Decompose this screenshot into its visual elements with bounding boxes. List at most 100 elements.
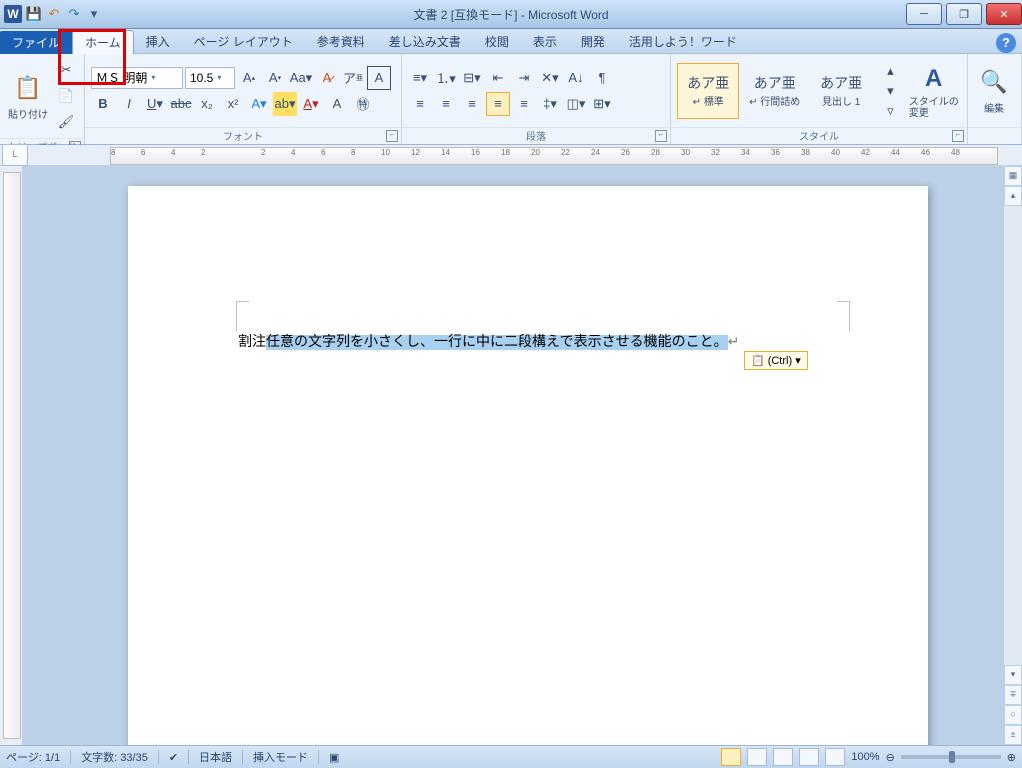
bold-button[interactable]: B <box>91 92 115 116</box>
prev-page-button[interactable]: ∓ <box>1004 685 1022 705</box>
align-left-button[interactable]: ≡ <box>408 92 432 116</box>
border-button[interactable]: ⊞▾ <box>590 92 614 116</box>
clear-format-button[interactable]: A̷ <box>315 66 339 90</box>
bullet-list-button[interactable]: ≡▾ <box>408 66 432 90</box>
status-mode[interactable]: 挿入モード <box>253 749 308 765</box>
zoom-level[interactable]: 100% <box>851 751 879 763</box>
styles-scroll-up[interactable]: ▴ <box>878 62 902 80</box>
enclose-chars-button[interactable]: ㊕ <box>351 92 375 116</box>
sort-button[interactable]: A↓ <box>564 66 588 90</box>
zoom-thumb[interactable] <box>949 751 955 763</box>
document-content[interactable]: 割注任意の文字列を小さくし、一行に中に二段構えで表示させる機能のこと。↵ <box>238 331 848 351</box>
phonetic-guide-button[interactable]: ア亜 <box>341 66 365 90</box>
styles-dialog-launcher[interactable]: ⌐ <box>952 130 964 142</box>
copy-button[interactable]: 📄 <box>54 84 78 108</box>
align-center-button[interactable]: ≡ <box>434 92 458 116</box>
text-effects-button[interactable]: A▾ <box>247 92 271 116</box>
ruler-toggle-icon[interactable]: ▦ <box>1004 166 1022 186</box>
help-icon[interactable]: ? <box>996 33 1016 53</box>
style-heading1[interactable]: あア亜見出し 1 <box>810 63 872 119</box>
font-dialog-launcher[interactable]: ⌐ <box>386 130 398 142</box>
tab-addon[interactable]: 活用しよう！ワード <box>617 30 749 53</box>
format-painter-button[interactable]: 🖌 <box>54 110 78 134</box>
vertical-ruler[interactable] <box>0 166 22 745</box>
scroll-down-button[interactable]: ▾ <box>1004 665 1022 685</box>
tab-reference[interactable]: 参考資料 <box>305 30 377 53</box>
change-styles-button[interactable]: Aスタイルの 変更 <box>906 63 961 119</box>
close-button[interactable]: ✕ <box>986 3 1022 25</box>
highlight-button[interactable]: ab▾ <box>273 92 297 116</box>
status-language[interactable]: 日本語 <box>199 749 232 765</box>
strikethrough-button[interactable]: abc <box>169 92 193 116</box>
font-color-button[interactable]: A▾ <box>299 92 323 116</box>
scroll-track[interactable] <box>1004 206 1022 665</box>
maximize-button[interactable]: ❐ <box>946 3 982 25</box>
multilevel-list-button[interactable]: ⊟▾ <box>460 66 484 90</box>
change-case-button[interactable]: Aa▾ <box>289 66 313 90</box>
italic-button[interactable]: I <box>117 92 141 116</box>
edit-button[interactable]: 🔍編集 <box>974 66 1014 115</box>
tab-layout[interactable]: ページ レイアウト <box>182 30 305 53</box>
paste-button[interactable]: 📋 貼り付け <box>6 72 50 121</box>
underline-button[interactable]: U▾ <box>143 92 167 116</box>
subscript-button[interactable]: x₂ <box>195 92 219 116</box>
font-name-combo[interactable]: ＭＳ 明朝▾ <box>91 67 183 89</box>
tab-review[interactable]: 校閲 <box>473 30 521 53</box>
tab-view[interactable]: 表示 <box>521 30 569 53</box>
styles-expand[interactable]: ▿ <box>878 102 902 120</box>
view-web[interactable] <box>773 748 793 766</box>
styles-scroll-down[interactable]: ▾ <box>878 82 902 100</box>
scroll-up-button[interactable]: ▴ <box>1004 186 1022 206</box>
next-page-button[interactable]: ± <box>1004 725 1022 745</box>
document-canvas[interactable]: 割注任意の文字列を小さくし、一行に中に二段構えで表示させる機能のこと。↵ 📋(C… <box>22 166 1003 745</box>
show-marks-button[interactable]: ¶ <box>590 66 614 90</box>
shrink-font-button[interactable]: A▾ <box>263 66 287 90</box>
tab-home[interactable]: ホーム <box>72 30 134 54</box>
ruler-corner[interactable]: L <box>2 144 28 166</box>
zoom-slider[interactable] <box>901 755 1001 759</box>
text-prefix[interactable]: 割注 <box>238 335 266 350</box>
redo-icon[interactable]: ↷ <box>66 6 82 22</box>
superscript-button[interactable]: x² <box>221 92 245 116</box>
tab-insert[interactable]: 挿入 <box>134 30 182 53</box>
shading-button[interactable]: ◫▾ <box>564 92 588 116</box>
character-border-button[interactable]: A <box>367 66 391 90</box>
qat-more-icon[interactable]: ▾ <box>86 6 102 22</box>
undo-icon[interactable]: ↶ <box>46 6 62 22</box>
line-spacing-button[interactable]: ‡▾ <box>538 92 562 116</box>
status-words[interactable]: 文字数: 33/35 <box>81 749 148 765</box>
browse-object-button[interactable]: ○ <box>1004 705 1022 725</box>
align-right-button[interactable]: ≡ <box>460 92 484 116</box>
save-icon[interactable]: 💾 <box>26 6 42 22</box>
number-list-button[interactable]: ⒈▾ <box>434 66 458 90</box>
tab-file[interactable]: ファイル <box>0 31 72 54</box>
paragraph-dialog-launcher[interactable]: ⌐ <box>655 130 667 142</box>
distribute-button[interactable]: ≡ <box>512 92 536 116</box>
vertical-scrollbar[interactable]: ▦ ▴ ▾ ∓ ○ ± <box>1003 166 1022 745</box>
tab-mailmerge[interactable]: 差し込み文書 <box>377 30 473 53</box>
tab-developer[interactable]: 開発 <box>569 30 617 53</box>
minimize-button[interactable]: ─ <box>906 3 942 25</box>
view-outline[interactable] <box>799 748 819 766</box>
status-proofing-icon[interactable]: ✔ <box>169 751 178 764</box>
increase-indent-button[interactable]: ⇥ <box>512 66 536 90</box>
zoom-out-button[interactable]: ⊖ <box>886 751 895 764</box>
style-normal[interactable]: あア亜↵ 標準 <box>677 63 739 119</box>
zoom-in-button[interactable]: ⊕ <box>1007 751 1016 764</box>
status-macro-icon[interactable]: ▣ <box>329 751 339 764</box>
asian-layout-button[interactable]: ✕▾ <box>538 66 562 90</box>
horizontal-ruler[interactable]: 8642246810121416182022242628303234363840… <box>110 147 998 165</box>
cut-button[interactable]: ✂ <box>54 58 78 82</box>
justify-button[interactable]: ≡ <box>486 92 510 116</box>
style-nospace[interactable]: あア亜↵ 行間詰め <box>743 63 805 119</box>
text-selection[interactable]: 任意の文字列を小さくし、一行に中に二段構えで表示させる機能のこと。 <box>266 335 728 350</box>
grow-font-button[interactable]: A▴ <box>237 66 261 90</box>
paste-options-button[interactable]: 📋(Ctrl) ▾ <box>744 351 808 370</box>
decrease-indent-button[interactable]: ⇤ <box>486 66 510 90</box>
status-page[interactable]: ページ: 1/1 <box>6 749 60 765</box>
view-print-layout[interactable] <box>721 748 741 766</box>
view-draft[interactable] <box>825 748 845 766</box>
font-size-combo[interactable]: 10.5▾ <box>185 67 235 89</box>
view-fullscreen[interactable] <box>747 748 767 766</box>
character-shading-button[interactable]: A <box>325 92 349 116</box>
